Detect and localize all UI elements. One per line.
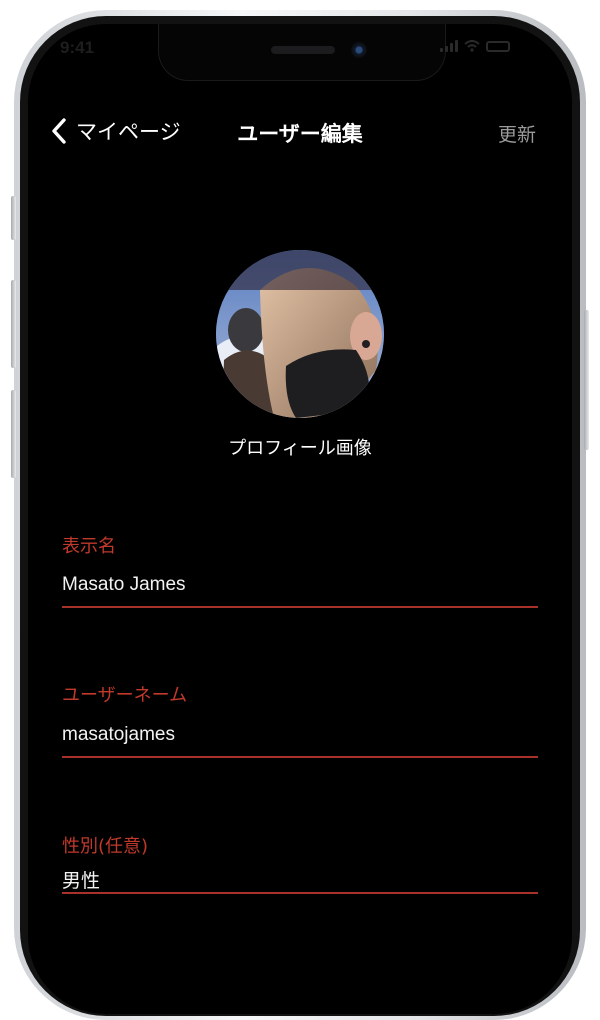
gender-label: 性別(任意)	[62, 836, 149, 857]
username-underline	[62, 756, 538, 758]
display-name-underline	[62, 606, 538, 608]
power-button	[584, 310, 589, 450]
gender-underline	[62, 892, 538, 894]
volume-up-button	[11, 280, 16, 368]
camera-icon	[351, 42, 367, 58]
back-button[interactable]: マイページ	[48, 116, 181, 146]
silent-switch	[11, 196, 16, 240]
gender-field[interactable]: 男性	[62, 866, 100, 893]
back-button-label: マイページ	[76, 120, 181, 144]
avatar-caption-row: プロフィール画像	[0, 434, 600, 460]
avatar-caption[interactable]: プロフィール画像	[228, 434, 372, 460]
screen	[28, 24, 572, 1014]
signal-icon	[440, 40, 458, 52]
update-button[interactable]: 更新	[498, 120, 536, 147]
status-icons	[440, 40, 510, 52]
notch	[158, 24, 446, 81]
status-time: 9:41	[60, 38, 95, 57]
wifi-icon	[464, 40, 480, 52]
page-title: ユーザー編集	[237, 122, 363, 146]
username-field[interactable]: masatojames	[62, 724, 175, 746]
display-name-label: 表示名	[62, 536, 116, 557]
display-name-field[interactable]: Masato James	[62, 574, 186, 596]
battery-icon	[486, 40, 510, 52]
username-label: ユーザーネーム	[62, 685, 188, 706]
chevron-left-icon	[52, 118, 66, 144]
speaker-grille	[271, 46, 335, 54]
profile-photo	[216, 250, 384, 418]
profile-avatar[interactable]	[216, 250, 384, 418]
